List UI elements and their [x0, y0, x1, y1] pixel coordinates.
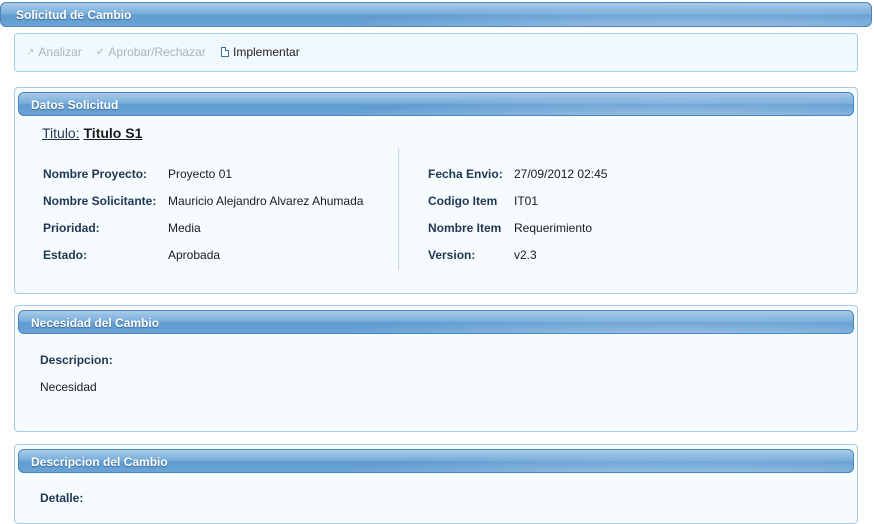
analizar-label: Analizar: [38, 45, 82, 59]
implementar-button[interactable]: Implementar: [221, 45, 300, 59]
titulo-value: Titulo S1: [83, 125, 143, 141]
estado-label: Estado:: [43, 248, 88, 262]
fecha-envio-label: Fecha Envio:: [428, 167, 503, 181]
wand-icon: ↗: [26, 46, 35, 58]
prioridad-value: Media: [168, 221, 201, 235]
datos-solicitud-panel: Datos Solicitud Titulo: Titulo S1 Nombre…: [14, 87, 858, 294]
titulo-row: Titulo: Titulo S1: [42, 125, 142, 141]
codigo-item-value: IT01: [514, 194, 539, 208]
necesidad-title: Necesidad del Cambio: [31, 316, 160, 330]
descripcion-cambio-title: Descripcion del Cambio: [31, 455, 168, 469]
estado-value: Aprobada: [168, 248, 221, 262]
prioridad-label: Prioridad:: [43, 221, 100, 235]
datos-solicitud-title: Datos Solicitud: [31, 98, 119, 112]
descripcion-value: Necesidad: [40, 380, 97, 394]
aprobar-rechazar-label: Aprobar/Rechazar: [108, 45, 206, 59]
window-title: Solicitud de Cambio: [16, 8, 132, 22]
descripcion-label: Descripcion:: [40, 353, 113, 367]
bar-decoration: [269, 450, 853, 472]
column-divider: [398, 148, 400, 270]
bar-decoration: [269, 311, 853, 333]
necesidad-header: Necesidad del Cambio: [18, 310, 854, 334]
nombre-proyecto-label: Nombre Proyecto:: [43, 167, 148, 181]
nombre-proyecto-value: Proyecto 01: [168, 167, 233, 181]
document-icon: [221, 47, 229, 57]
nombre-item-value: Requerimiento: [514, 221, 593, 235]
fecha-envio-value: 27/09/2012 02:45: [514, 167, 608, 181]
nombre-solicitante-value: Mauricio Alejandro Alvarez Ahumada: [168, 194, 364, 208]
window-title-bar: Solicitud de Cambio: [0, 2, 872, 27]
bar-decoration: [269, 93, 853, 115]
nombre-item-label: Nombre Item: [428, 221, 502, 235]
titulo-label: Titulo:: [42, 125, 80, 141]
descripcion-cambio-panel: Descripcion del Cambio Detalle:: [14, 444, 858, 524]
bar-decoration: [262, 3, 871, 26]
necesidad-panel: Necesidad del Cambio Descripcion: Necesi…: [14, 305, 858, 432]
action-toolbar: ↗ Analizar ✔ Aprobar/Rechazar Implementa…: [14, 33, 858, 72]
implementar-label: Implementar: [233, 45, 300, 59]
version-label: Version:: [428, 248, 476, 262]
analizar-button[interactable]: ↗ Analizar: [26, 45, 82, 59]
aprobar-rechazar-button[interactable]: ✔ Aprobar/Rechazar: [96, 45, 206, 59]
detalle-label: Detalle:: [40, 491, 84, 505]
version-value: v2.3: [514, 248, 537, 262]
check-icon: ✔: [96, 46, 105, 58]
descripcion-cambio-header: Descripcion del Cambio: [18, 449, 854, 473]
codigo-item-label: Codigo Item: [428, 194, 498, 208]
datos-solicitud-header: Datos Solicitud: [18, 92, 854, 116]
nombre-solicitante-label: Nombre Solicitante:: [43, 194, 157, 208]
